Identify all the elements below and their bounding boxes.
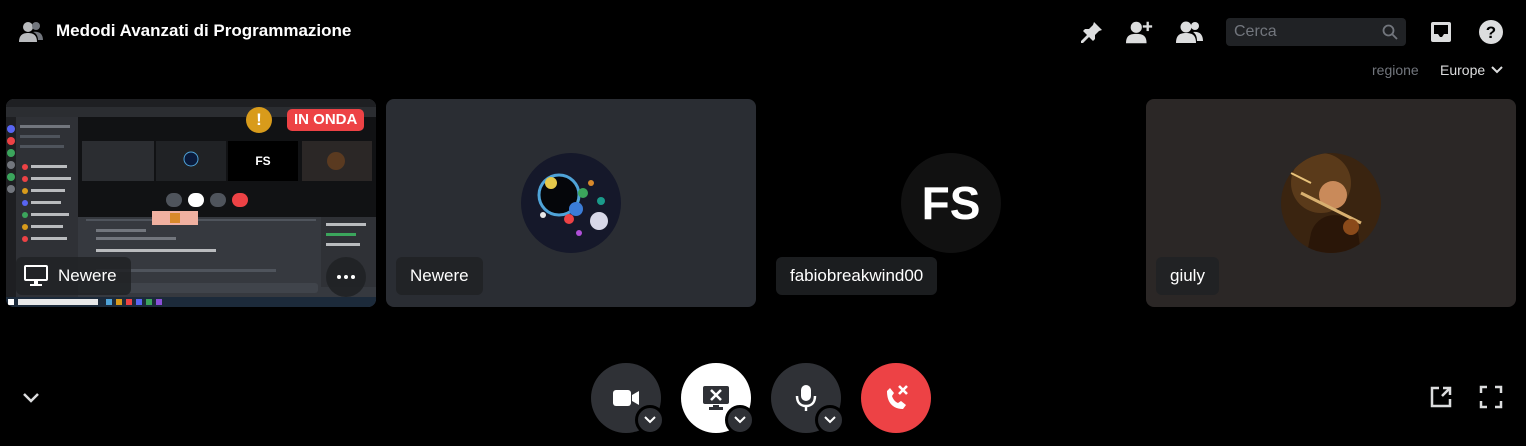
stream-name-label: Newere [16,257,131,295]
live-badge: IN ONDA [287,109,365,131]
fullscreen-icon[interactable] [1479,385,1503,409]
chevron-down-icon [1491,66,1503,74]
chevron-down-icon[interactable] [20,386,42,408]
pin-icon[interactable] [1078,18,1106,46]
svg-text:FS: FS [922,177,981,229]
chevron-down-icon [644,416,656,424]
inbox-icon[interactable] [1427,18,1455,46]
pop-out-icon[interactable] [1429,385,1453,409]
search-icon [1382,24,1398,40]
region-select[interactable]: Europe [1440,62,1503,78]
participant-tile[interactable]: FS fabiobreakwind00 [766,99,1136,307]
stream-user-name: Newere [58,266,117,285]
disconnect-call-icon [887,385,908,409]
help-icon[interactable]: ? [1477,18,1505,46]
search-input[interactable] [1226,18,1376,46]
avatar: FS [901,153,1001,253]
stream-tile[interactable]: FS ! IN ONDA Newere [6,99,376,307]
screen-share-icon [24,265,48,286]
microphone-icon [795,385,817,411]
top-bar: Medodi Avanzati di Programmazione ? regi… [0,0,1526,78]
channel-title: Medodi Avanzati di Programmazione [56,21,352,40]
more-options-button[interactable] [326,257,366,297]
camera-options-button[interactable] [635,405,665,435]
stream-warning-icon[interactable]: ! [246,107,272,133]
participant-tile[interactable]: giuly [1146,99,1516,307]
region-value: Europe [1440,62,1486,78]
svg-text:?: ? [1486,23,1496,42]
chevron-down-icon [824,416,836,424]
avatar [521,153,621,253]
region-label: regione [1372,62,1419,78]
participant-name: Newere [396,257,483,295]
search-box[interactable] [1226,18,1406,46]
screen-share-options-button[interactable] [725,405,755,435]
participant-name: fabiobreakwind00 [776,257,938,295]
video-camera-icon [613,390,639,406]
members-icon[interactable] [1176,18,1204,46]
svg-text:FS: FS [255,154,270,168]
disconnect-button[interactable] [861,363,931,433]
stop-screen-share-icon [703,386,729,410]
microphone-options-button[interactable] [815,405,845,435]
chevron-down-icon [734,416,746,424]
microphone-button[interactable] [771,363,845,435]
voice-channel-users-icon [19,22,43,42]
participant-name: giuly [1156,257,1219,295]
participant-tile[interactable]: Newere [386,99,756,307]
avatar [1281,153,1381,253]
camera-button[interactable] [591,363,665,435]
add-friend-icon[interactable] [1126,18,1154,46]
stop-screen-share-button[interactable] [681,363,755,435]
